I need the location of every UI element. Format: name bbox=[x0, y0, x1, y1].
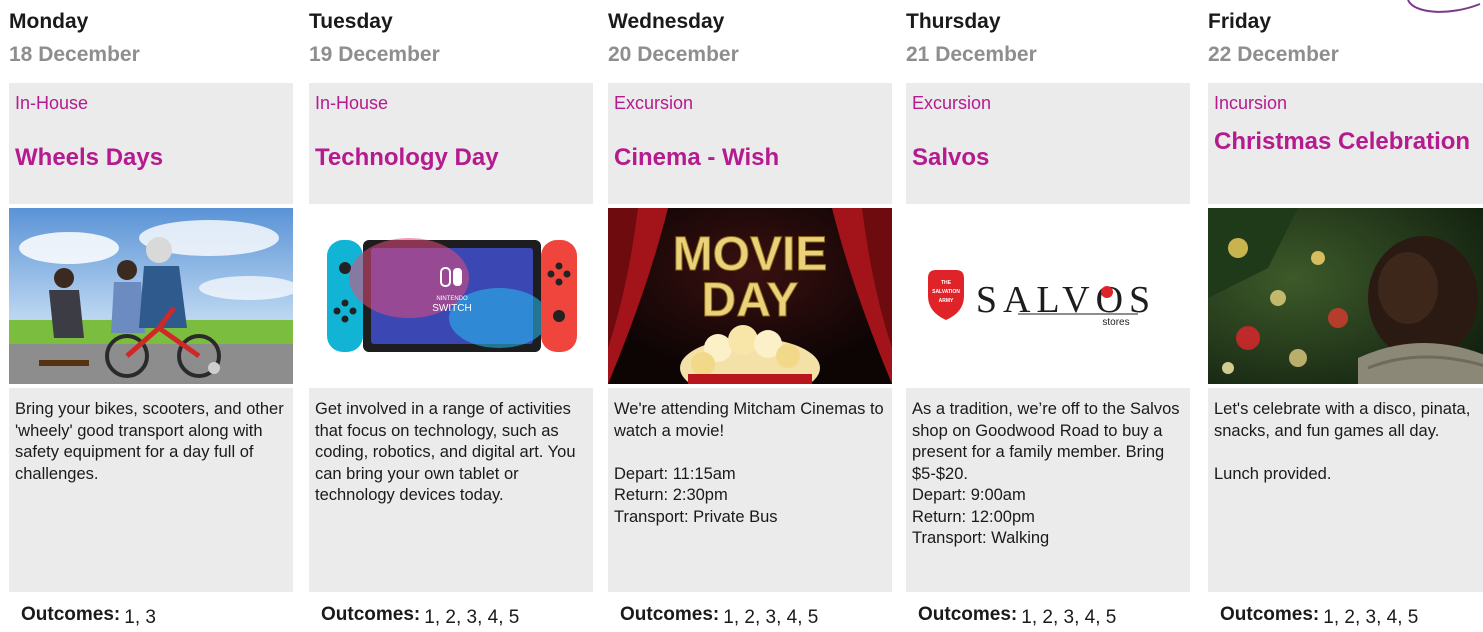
activity-description-panel: Bring your bikes, scooters, and other 'w… bbox=[9, 388, 293, 592]
activity-description: Get involved in a range of activities th… bbox=[315, 400, 576, 504]
activity-category: Excursion bbox=[912, 93, 992, 113]
day-header: Thursday 21 December bbox=[906, 10, 1190, 72]
activity-description: Bring your bikes, scooters, and other 'w… bbox=[15, 400, 284, 483]
wheels-photo-icon bbox=[9, 208, 293, 384]
outcomes-label: Outcomes: bbox=[321, 604, 421, 625]
activity-title: Christmas Celebration bbox=[1214, 128, 1471, 155]
day-header: Friday 22 December bbox=[1208, 10, 1483, 72]
day-date: 19 December bbox=[309, 43, 440, 66]
activity-description-panel: Let's celebrate with a disco, pinata, sn… bbox=[1208, 388, 1483, 592]
outcomes-label: Outcomes: bbox=[1220, 604, 1320, 625]
salvos-army-text-c: ARMY bbox=[939, 298, 954, 304]
outcomes-label: Outcomes: bbox=[21, 604, 121, 625]
outcomes-line: Outcomes: 1, 3 bbox=[21, 604, 293, 630]
salvos-army-text-a: THE bbox=[941, 280, 952, 286]
salvos-sub-text: stores bbox=[1102, 317, 1129, 328]
activity-header: Incursion Christmas Celebration bbox=[1208, 83, 1483, 204]
day-column-friday: Friday 22 December Incursion Christmas C… bbox=[1208, 0, 1483, 632]
day-header: Tuesday 19 December bbox=[309, 10, 593, 72]
activity-header: In-House Wheels Days bbox=[9, 83, 293, 204]
day-column-tuesday: Tuesday 19 December In-House Technology … bbox=[309, 0, 593, 632]
day-date: 18 December bbox=[9, 43, 140, 66]
activity-header: Excursion Cinema - Wish bbox=[608, 83, 892, 204]
switch-brand-text: NINTENDO bbox=[436, 296, 468, 302]
outcomes-values: 1, 3 bbox=[124, 607, 156, 628]
day-header: Wednesday 20 December bbox=[608, 10, 892, 72]
day-name: Wednesday bbox=[608, 10, 725, 33]
activity-title: Wheels Days bbox=[15, 144, 164, 171]
day-column-wednesday: Wednesday 20 December Excursion Cinema -… bbox=[608, 0, 892, 632]
activity-category: Excursion bbox=[614, 93, 694, 113]
day-column-monday: Monday 18 December In-House Wheels Days bbox=[9, 0, 293, 632]
nintendo-switch-photo-icon: NINTENDO SWITCH bbox=[309, 208, 593, 384]
activity-header: Excursion Salvos bbox=[906, 83, 1190, 204]
outcomes-line: Outcomes: 1, 2, 3, 4, 5 bbox=[620, 604, 892, 630]
activity-category: In-House bbox=[315, 93, 389, 113]
activity-title: Cinema - Wish bbox=[614, 144, 780, 171]
day-date: 22 December bbox=[1208, 43, 1339, 66]
activity-category: Incursion bbox=[1214, 93, 1288, 113]
movie-line2-text: DAY bbox=[702, 274, 799, 327]
activity-category: In-House bbox=[15, 93, 89, 113]
activity-description: As a tradition, we’re off to the Salvos … bbox=[912, 400, 1180, 547]
activity-title: Technology Day bbox=[315, 144, 499, 171]
salvos-word-text: SALVOS bbox=[976, 279, 1156, 321]
outcomes-values: 1, 2, 3, 4, 5 bbox=[1323, 607, 1419, 628]
outcomes-line: Outcomes: 1, 2, 3, 4, 5 bbox=[1220, 604, 1483, 630]
day-date: 20 December bbox=[608, 43, 739, 66]
day-name: Thursday bbox=[906, 10, 1001, 33]
activity-description: We're attending Mitcham Cinemas to watch… bbox=[614, 400, 884, 526]
outcomes-line: Outcomes: 1, 2, 3, 4, 5 bbox=[918, 604, 1190, 630]
salvos-logo-icon: THE SALVATION ARMY SALVOS stores bbox=[906, 208, 1190, 384]
outcomes-line: Outcomes: 1, 2, 3, 4, 5 bbox=[321, 604, 593, 630]
day-name: Monday bbox=[9, 10, 89, 33]
movie-day-photo-icon: MOVIE DAY bbox=[608, 208, 892, 384]
activity-title: Salvos bbox=[912, 144, 990, 171]
outcomes-values: 1, 2, 3, 4, 5 bbox=[424, 607, 520, 628]
day-date: 21 December bbox=[906, 43, 1037, 66]
outcomes-label: Outcomes: bbox=[620, 604, 720, 625]
salvos-army-text-b: SALVATION bbox=[932, 289, 960, 295]
activity-description-panel: Get involved in a range of activities th… bbox=[309, 388, 593, 592]
day-header: Monday 18 December bbox=[9, 10, 293, 72]
activity-description-panel: As a tradition, we’re off to the Salvos … bbox=[906, 388, 1190, 592]
weekly-program-page: Monday 18 December In-House Wheels Days bbox=[0, 0, 1483, 632]
outcomes-values: 1, 2, 3, 4, 5 bbox=[723, 607, 819, 628]
switch-product-text: SWITCH bbox=[432, 303, 471, 314]
activity-description: Let's celebrate with a disco, pinata, sn… bbox=[1214, 400, 1471, 483]
outcomes-values: 1, 2, 3, 4, 5 bbox=[1021, 607, 1117, 628]
day-column-thursday: Thursday 21 December Excursion Salvos TH… bbox=[906, 0, 1190, 632]
activity-description-panel: We're attending Mitcham Cinemas to watch… bbox=[608, 388, 892, 592]
outcomes-label: Outcomes: bbox=[918, 604, 1018, 625]
christmas-photo-icon bbox=[1208, 208, 1483, 384]
activity-header: In-House Technology Day bbox=[309, 83, 593, 204]
day-name: Tuesday bbox=[309, 10, 393, 33]
day-name: Friday bbox=[1208, 10, 1272, 33]
